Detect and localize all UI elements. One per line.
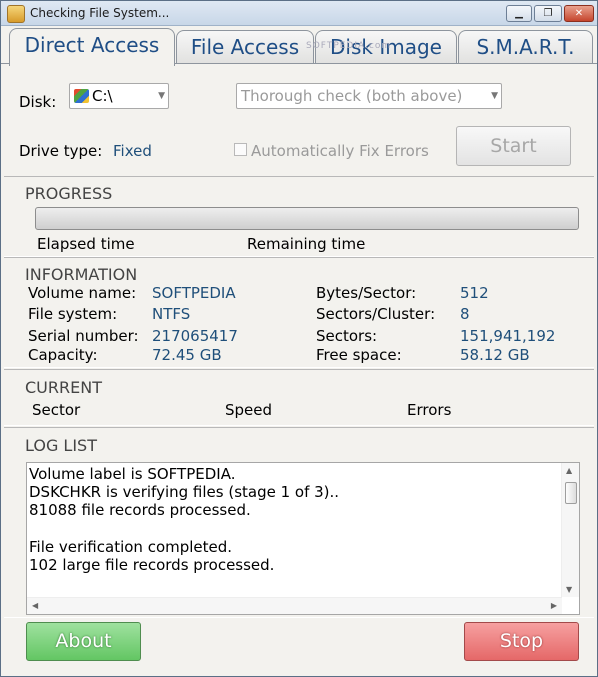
current-title: CURRENT <box>25 378 102 397</box>
bytes-per-sector-label: Bytes/Sector: <box>316 284 417 302</box>
tab-direct-access[interactable]: Direct Access <box>9 28 175 66</box>
free-space-value: 58.12 GB <box>460 346 530 364</box>
serial-number-value: 217065417 <box>152 327 238 345</box>
capacity-value: 72.45 GB <box>152 346 222 364</box>
free-space-label: Free space: <box>316 346 402 364</box>
volume-name-value: SOFTPEDIA <box>152 284 236 302</box>
bytes-per-sector-value: 512 <box>460 284 489 302</box>
sectors-value: 151,941,192 <box>460 327 556 345</box>
speed-label: Speed <box>225 401 273 419</box>
tab-smart[interactable]: S.M.A.R.T. <box>458 30 593 64</box>
stop-button[interactable]: Stop <box>464 622 579 661</box>
scroll-right-icon[interactable]: ▶ <box>551 601 557 610</box>
capacity-label: Capacity: <box>28 346 98 364</box>
file-system-label: File system: <box>28 305 118 323</box>
horizontal-scrollbar[interactable]: ◀ ▶ <box>27 597 562 614</box>
drive-type-value: Fixed <box>113 142 152 160</box>
chevron-down-icon: ▼ <box>158 91 165 101</box>
check-mode-select[interactable]: Thorough check (both above) ▼ <box>236 83 502 109</box>
log-line: 81088 file records processed. <box>29 501 251 520</box>
information-title: INFORMATION <box>25 265 138 284</box>
remaining-time-label: Remaining time <box>247 235 366 253</box>
auto-fix-label[interactable]: Automatically Fix Errors <box>251 142 429 160</box>
tab-file-access[interactable]: File Access <box>176 30 314 64</box>
minimize-button[interactable]: ▁ <box>506 5 532 22</box>
sectors-label: Sectors: <box>316 327 378 345</box>
log-line: File verification completed. <box>29 537 233 556</box>
scroll-thumb[interactable] <box>565 482 577 504</box>
app-icon <box>7 5 25 23</box>
check-mode-value: Thorough check (both above) <box>241 87 463 105</box>
window-title: Checking File System... <box>30 6 170 20</box>
main-window: Checking File System... ▁ ❐ ✕ Direct Acc… <box>0 0 598 677</box>
log-line: 102 large file records processed. <box>29 555 275 574</box>
disk-select-value: C:\ <box>92 87 113 105</box>
disk-label: Disk: <box>19 93 57 111</box>
serial-number-label: Serial number: <box>28 327 139 345</box>
elapsed-time-label: Elapsed time <box>37 235 135 253</box>
sectors-per-cluster-label: Sectors/Cluster: <box>316 305 436 323</box>
auto-fix-checkbox[interactable] <box>234 143 247 156</box>
scroll-left-icon[interactable]: ◀ <box>32 601 38 610</box>
sectors-per-cluster-value: 8 <box>460 305 470 323</box>
drive-type-label: Drive type: <box>19 142 103 160</box>
log-lines: Volume label is SOFTPEDIA. DSKCHKR is ve… <box>29 465 559 574</box>
close-button[interactable]: ✕ <box>564 5 594 22</box>
scroll-down-icon[interactable]: ▼ <box>566 585 572 594</box>
windows-drive-icon <box>74 89 89 103</box>
start-button[interactable]: Start <box>456 126 571 166</box>
title-bar[interactable]: Checking File System... ▁ ❐ ✕ <box>1 1 597 26</box>
vertical-scrollbar[interactable]: ▲ ▼ <box>561 463 579 597</box>
log-line: DSKCHKR is verifying files (stage 1 of 3… <box>29 483 340 502</box>
file-system-value: NTFS <box>152 305 191 323</box>
sector-label: Sector <box>32 401 81 419</box>
watermark: SOFTPEDIA.com <box>306 41 392 51</box>
errors-label: Errors <box>407 401 452 419</box>
disk-select[interactable]: C:\ ▼ <box>69 83 169 109</box>
progress-bar <box>35 207 579 230</box>
maximize-button[interactable]: ❐ <box>534 5 562 22</box>
log-list-title: LOG LIST <box>25 436 97 455</box>
tab-bar: Direct Access File Access Disk Image S.M… <box>1 26 597 66</box>
log-line: Volume label is SOFTPEDIA. <box>29 465 236 483</box>
progress-title: PROGRESS <box>25 184 113 203</box>
scroll-up-icon[interactable]: ▲ <box>566 466 572 475</box>
volume-name-label: Volume name: <box>28 284 137 302</box>
about-button[interactable]: About <box>26 622 141 661</box>
log-list[interactable]: Volume label is SOFTPEDIA. DSKCHKR is ve… <box>26 462 580 615</box>
chevron-down-icon: ▼ <box>491 91 498 101</box>
